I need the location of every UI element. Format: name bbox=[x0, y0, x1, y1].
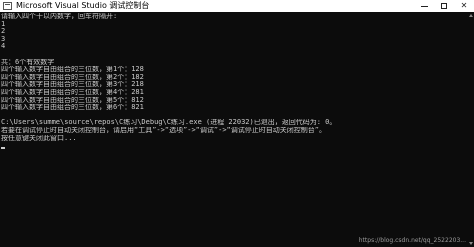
text-cursor bbox=[1, 146, 5, 149]
vertical-scrollbar[interactable] bbox=[468, 12, 474, 247]
scroll-up-icon[interactable] bbox=[469, 14, 473, 17]
minimize-button[interactable] bbox=[414, 0, 434, 12]
cursor-line bbox=[1, 142, 468, 150]
console-line: 四个输入数字自由组合的三位数，第1个：128 bbox=[1, 66, 144, 74]
console-line: 4 bbox=[1, 43, 6, 51]
title-bar[interactable]: Microsoft Visual Studio 调试控制台 ✕ bbox=[0, 0, 474, 12]
console-app-icon bbox=[3, 2, 12, 10]
console-line: C:\Users\summe\source\repos\C练习\Debug\C练… bbox=[1, 119, 337, 127]
console-line: 1 bbox=[1, 20, 6, 28]
console-line: 四个输入数字自由组合的三位数，第2个：182 bbox=[1, 73, 144, 81]
close-icon: ✕ bbox=[460, 1, 468, 10]
console-line: 2 bbox=[1, 28, 6, 36]
close-button[interactable]: ✕ bbox=[454, 0, 474, 12]
maximize-button[interactable] bbox=[434, 0, 454, 12]
window-title: Microsoft Visual Studio 调试控制台 bbox=[16, 1, 150, 10]
console-line: 四个输入数字自由组合的三位数，第6个：821 bbox=[1, 104, 144, 112]
minimize-icon bbox=[420, 5, 428, 7]
console-line: 四个输入数字自由组合的三位数，第3个：218 bbox=[1, 81, 144, 89]
watermark: https://blog.csdn.net/qq_2522203... bbox=[358, 237, 466, 244]
console-line: 四个输入数字自由组合的三位数，第4个：281 bbox=[1, 88, 144, 96]
console-line: 若要在调试停止时自动关闭控制台，请启用“工具”->“选项”->“调试”->“调试… bbox=[1, 126, 326, 134]
console-window: Microsoft Visual Studio 调试控制台 ✕ 请输入四个十以内… bbox=[0, 0, 474, 247]
console-output[interactable]: 请输入四个十以内数字，回车符隔开: 1 2 3 4 共：6个有效数字 四个输入数… bbox=[0, 12, 468, 247]
console-line: 请输入四个十以内数字，回车符隔开: bbox=[1, 13, 118, 20]
console-line: 四个输入数字自由组合的三位数，第5个：812 bbox=[1, 96, 144, 104]
console-line: 共：6个有效数字 bbox=[1, 58, 55, 66]
console-line: 按任意键关闭此窗口... bbox=[1, 134, 77, 142]
console-line: 3 bbox=[1, 35, 6, 43]
maximize-icon bbox=[441, 3, 447, 9]
scroll-down-icon[interactable] bbox=[469, 242, 473, 245]
